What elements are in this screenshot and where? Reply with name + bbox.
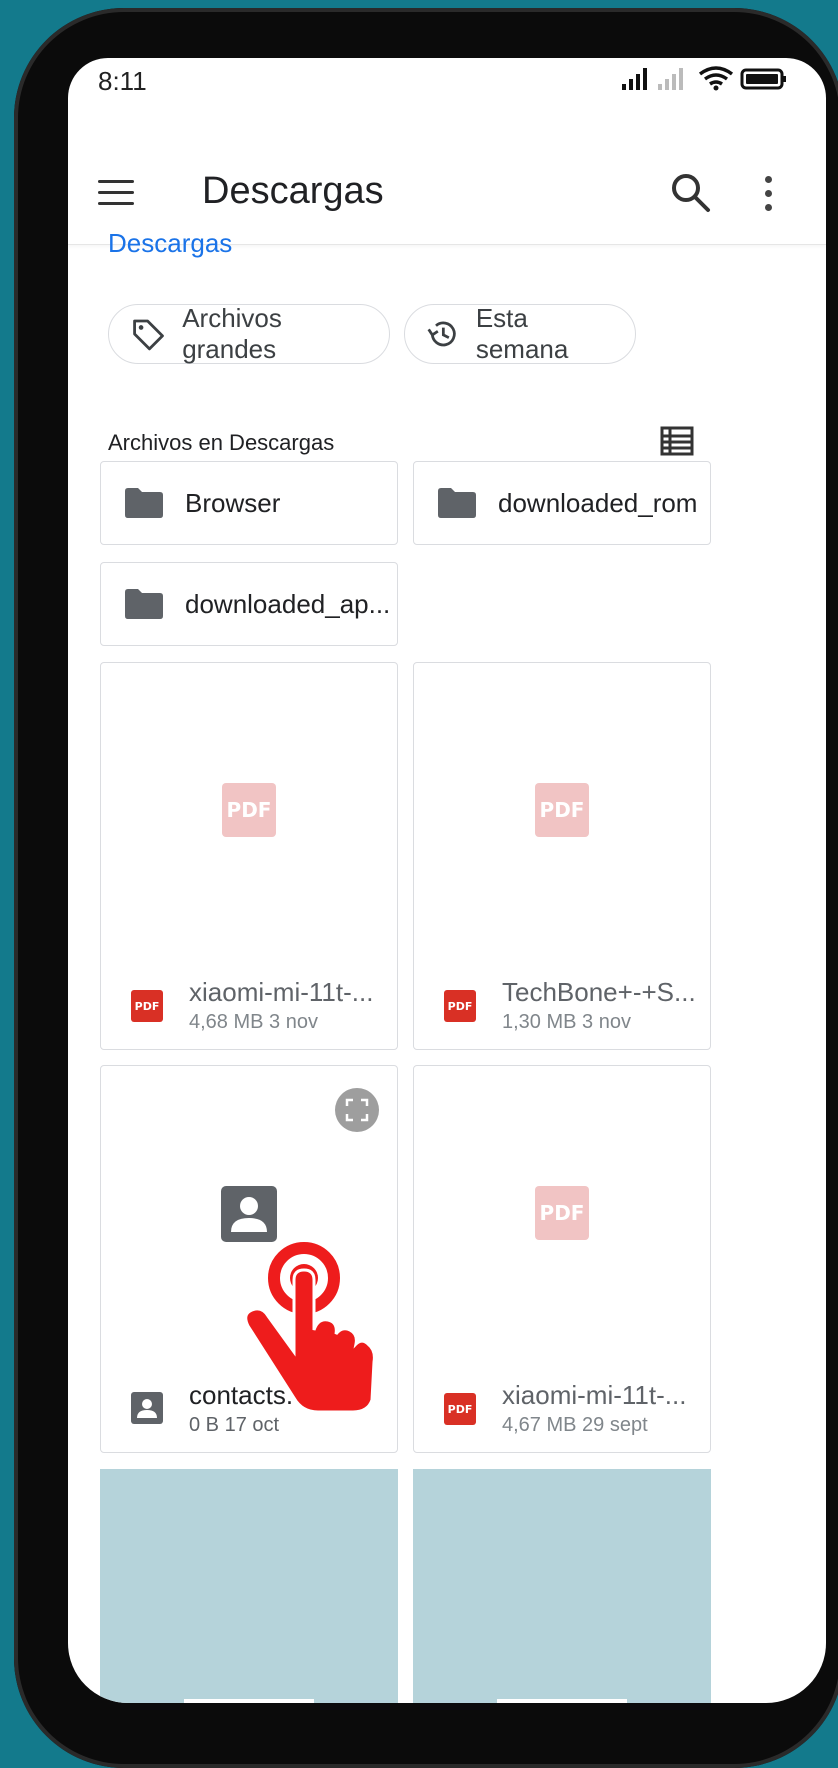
file-meta: 0 B 17 oct xyxy=(189,1414,280,1436)
image-preview-card[interactable] xyxy=(100,1469,398,1703)
folder-browser[interactable]: Browser xyxy=(100,461,398,545)
tag-icon xyxy=(133,319,164,351)
chip-large-files[interactable]: Archivos grandes xyxy=(108,303,390,364)
file-meta: 4,68 MB 3 nov xyxy=(189,1011,318,1033)
chip-label: Esta semana xyxy=(475,303,569,364)
signal-icon xyxy=(622,68,647,90)
history-icon xyxy=(427,321,456,347)
pdf-icon: PDF xyxy=(444,1393,476,1425)
folder-downloaded-apk[interactable]: downloaded_ap... xyxy=(100,562,398,646)
file-name: xiaomi-mi-11t-... xyxy=(189,977,374,1007)
app-bar: Descargas xyxy=(68,110,826,245)
more-options-icon[interactable] xyxy=(760,176,776,216)
file-card[interactable]: PDF PDF xiaomi-mi-11t-... 4,68 MB 3 nov xyxy=(100,662,398,1050)
page-title: Descargas xyxy=(202,170,384,212)
status-bar: 8:11 xyxy=(68,58,826,110)
file-name: TechBone+-+S... xyxy=(502,977,696,1007)
breadcrumb[interactable]: Descargas xyxy=(108,228,232,259)
section-title: Archivos en Descargas xyxy=(108,430,335,455)
file-name: xiaomi-mi-11t-... xyxy=(502,1380,687,1410)
chip-this-week[interactable]: Esta semana xyxy=(404,303,636,364)
folder-downloaded-rom[interactable]: downloaded_rom xyxy=(413,461,711,545)
contact-icon xyxy=(131,1392,163,1424)
file-card[interactable]: PDF PDF TechBone+-+S... 1,30 MB 3 nov xyxy=(413,662,711,1050)
signal-weak-icon xyxy=(658,68,683,90)
pdf-preview-icon: PDF xyxy=(535,783,589,837)
file-meta: 1,30 MB 3 nov xyxy=(502,1011,631,1033)
folder-icon xyxy=(125,589,163,619)
folder-label: downloaded_ap... xyxy=(185,588,391,619)
status-time: 8:11 xyxy=(98,66,147,96)
folder-icon xyxy=(125,488,163,518)
file-card[interactable]: PDF PDF xiaomi-mi-11t-... 4,67 MB 29 sep… xyxy=(413,1065,711,1453)
folder-icon xyxy=(438,488,476,518)
battery-icon xyxy=(740,68,786,90)
pdf-preview-icon: PDF xyxy=(535,1186,589,1240)
file-meta: 4,67 MB 29 sept xyxy=(502,1414,648,1436)
status-icons xyxy=(622,66,786,91)
menu-icon[interactable] xyxy=(98,180,134,208)
wifi-icon xyxy=(698,66,734,86)
search-icon[interactable] xyxy=(668,170,712,214)
list-view-icon[interactable] xyxy=(660,426,694,456)
tap-hand-icon xyxy=(244,1242,376,1414)
pdf-icon: PDF xyxy=(131,990,163,1022)
folder-label: downloaded_rom xyxy=(498,487,698,518)
screen: 8:11 Descargas Descargas Archivos grande… xyxy=(68,58,826,1703)
chip-label: Archivos grandes xyxy=(182,303,282,364)
image-preview-card[interactable] xyxy=(413,1469,711,1703)
pdf-icon: PDF xyxy=(444,990,476,1022)
folder-label: Browser xyxy=(185,487,281,518)
pdf-preview-icon: PDF xyxy=(222,783,276,837)
expand-icon[interactable] xyxy=(335,1088,379,1132)
phone-frame: 8:11 Descargas Descargas Archivos grande… xyxy=(14,8,838,1768)
